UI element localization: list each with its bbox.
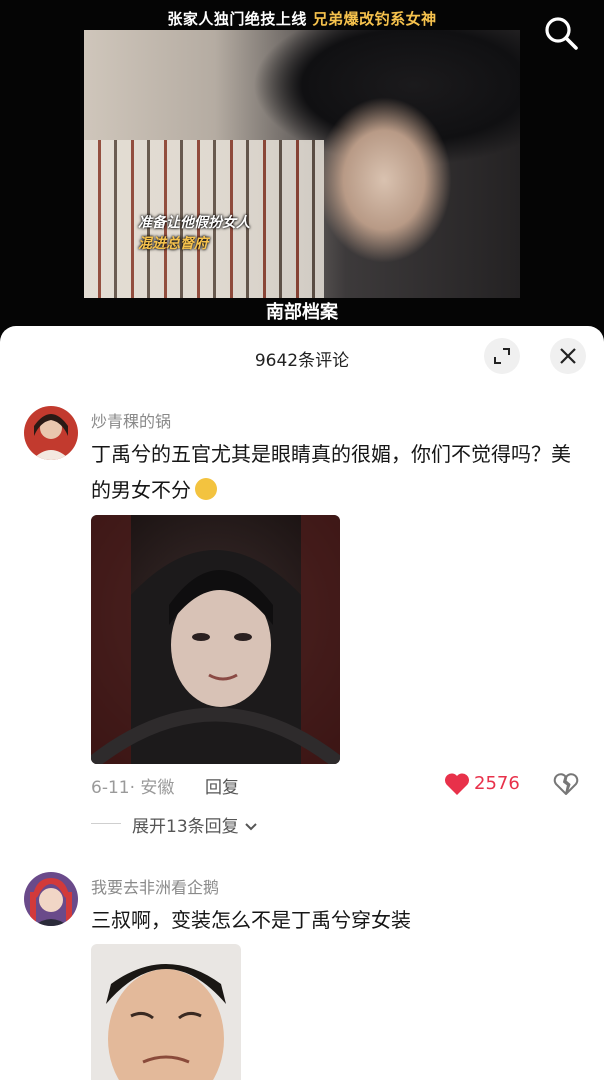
channel-logo: 南部档案 [266,302,338,323]
broken-heart-icon [553,773,579,795]
comment-text: 丁禹兮的五官尤其是眼睛真的很媚，你们不觉得吗？美的男女不分 [91,436,571,508]
comment-image[interactable] [91,944,241,1080]
avatar[interactable] [24,872,78,926]
comments-sheet: 9642条评论 炒青稞的锅 丁禹兮的五官尤其是眼睛真的很媚，你们不觉得吗？美的男… [0,326,604,1080]
video-subtitle-line1: 准备让他假扮女人 [138,215,250,231]
comments-header: 9642条评论 [0,326,604,388]
video-title: 张家人独门绝技上线 兄弟爆改钓系女神 [0,8,604,29]
close-icon [560,348,576,364]
comment-image[interactable] [91,515,340,764]
like-count: 2576 [474,773,520,794]
like-button[interactable] [444,772,470,800]
reply-button[interactable]: 回复 [205,773,239,798]
comment-text-body: 丁禹兮的五官尤其是眼睛真的很媚，你们不觉得吗？美的男女不分 [91,442,571,502]
avatar[interactable] [24,406,78,460]
comment-text: 三叔啊，变装怎么不是丁禹兮穿女装 [91,908,411,932]
expand-replies-button[interactable]: 展开13条回复 [132,812,258,837]
chevron-down-icon [245,823,257,831]
video-frame: 准备让他假扮女人 混进总督府 [84,30,520,298]
video-player[interactable]: 张家人独门绝技上线 兄弟爆改钓系女神 准备让他假扮女人 混进总督府 南部档案 [0,0,604,340]
comment-username[interactable]: 炒青稞的锅 [91,408,171,432]
search-icon[interactable] [542,14,580,52]
heart-icon [444,773,470,795]
comment-username[interactable]: 我要去非洲看企鹅 [91,874,219,898]
expand-fullscreen-button[interactable] [484,338,520,374]
crying-face-emoji-icon [195,478,217,500]
video-title-part1: 张家人独门绝技上线 [167,10,307,28]
comment-date-location: 6-11· 安徽 [91,778,175,798]
comment-item: 炒青稞的锅 丁禹兮的五官尤其是眼睛真的很媚，你们不觉得吗？美的男女不分 6-11… [0,406,604,846]
close-button[interactable] [550,338,586,374]
comment-item: 我要去非洲看企鹅 三叔啊，变装怎么不是丁禹兮穿女装 [0,872,604,1080]
expand-icon [494,348,510,364]
expand-replies-label: 展开13条回复 [132,817,239,837]
video-title-part2: 兄弟爆改钓系女神 [312,10,437,28]
video-subtitle-line2: 混进总督府 [138,236,208,252]
dislike-button[interactable] [553,772,579,800]
divider [91,823,121,824]
